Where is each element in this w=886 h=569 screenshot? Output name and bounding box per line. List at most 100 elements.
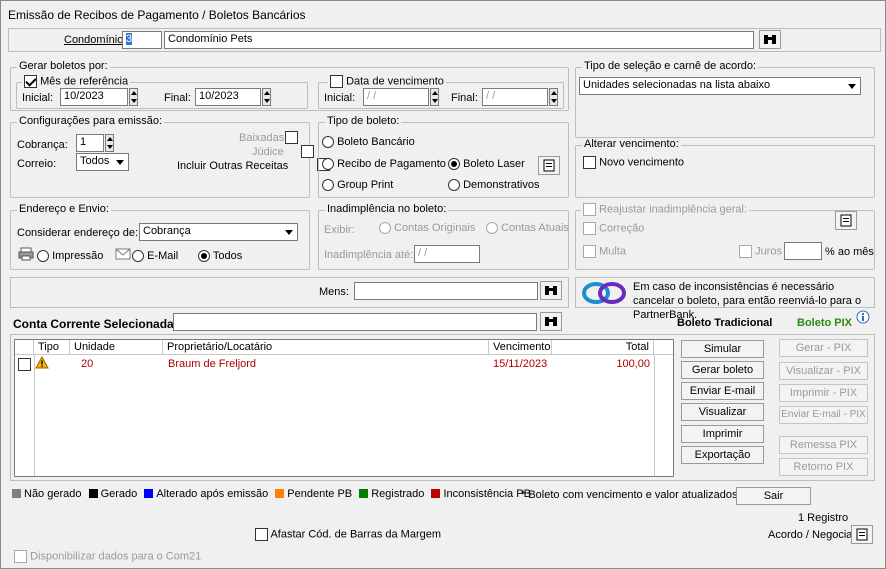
- mes-ref-inicial-input[interactable]: 10/2023: [60, 88, 128, 106]
- reajustar-checkbox[interactable]: [583, 203, 596, 216]
- com21-checkbox[interactable]: [14, 550, 27, 563]
- enviar-email-pix-button[interactable]: Enviar E-mail - PIX: [779, 406, 868, 424]
- todos-radio[interactable]: [198, 250, 210, 263]
- printer-icon: [18, 247, 34, 261]
- cobranca-spinner[interactable]: [105, 134, 114, 152]
- mens-search-button[interactable]: [540, 281, 562, 300]
- judice-checkbox[interactable]: [301, 145, 315, 158]
- considerar-select[interactable]: Cobrança: [139, 223, 298, 241]
- group-print-option[interactable]: Group Print: [322, 179, 394, 192]
- novo-venc-checkbox[interactable]: [583, 156, 596, 169]
- contas-atuais-option[interactable]: Contas Atuais: [486, 222, 569, 235]
- juros-input[interactable]: [784, 242, 822, 260]
- contas-atuais-radio[interactable]: [486, 222, 498, 235]
- gray-square-icon: [12, 489, 21, 498]
- email-option[interactable]: E-Mail: [132, 250, 178, 263]
- visualizar-button[interactable]: Visualizar: [681, 403, 764, 421]
- acordo-button[interactable]: [851, 525, 873, 544]
- demonstrativos-radio[interactable]: [448, 179, 460, 192]
- data-venc-inicial-spinner[interactable]: [430, 88, 439, 106]
- boleto-laser-radio[interactable]: [448, 158, 460, 171]
- demonstrativos-option[interactable]: Demonstrativos: [448, 179, 540, 192]
- gerar-boleto-button[interactable]: Gerar boleto: [681, 361, 764, 379]
- reajustar-option[interactable]: Reajustar inadimplência geral:: [581, 203, 750, 216]
- data-venc-final-input[interactable]: / /: [482, 88, 548, 106]
- contas-originais-label: Contas Originais: [394, 222, 476, 234]
- multa-option[interactable]: Multa: [583, 245, 626, 258]
- recibo-option[interactable]: Recibo de Pagamento: [322, 158, 446, 171]
- condominio-name-input[interactable]: Condomínio Pets: [164, 31, 754, 49]
- mens-input[interactable]: [354, 282, 538, 300]
- mes-ref-final-input[interactable]: 10/2023: [195, 88, 261, 106]
- mes-ref-inicial-spinner[interactable]: [129, 88, 138, 106]
- boleto-laser-option[interactable]: Boleto Laser: [448, 158, 525, 171]
- info-icon[interactable]: [856, 310, 870, 324]
- data-venc-inicial-input[interactable]: / /: [363, 88, 429, 106]
- col-tipo[interactable]: Tipo: [34, 340, 70, 355]
- col-unidade[interactable]: Unidade: [70, 340, 163, 355]
- col-total[interactable]: Total: [552, 340, 654, 355]
- baixadas-checkbox[interactable]: [285, 131, 298, 144]
- mes-ref-option[interactable]: Mês de referência: [22, 75, 131, 88]
- email-radio[interactable]: [132, 250, 144, 263]
- inadimplencia-ate-input[interactable]: / /: [414, 245, 480, 263]
- retorno-pix-button[interactable]: Retorno PIX: [779, 458, 868, 476]
- novo-venc-option[interactable]: Novo vencimento: [583, 156, 684, 169]
- remessa-pix-button[interactable]: Remessa PIX: [779, 436, 868, 454]
- correio-chevron-icon[interactable]: [113, 154, 127, 170]
- gerar-pix-button[interactable]: Gerar - PIX: [779, 339, 868, 357]
- col-vencimento[interactable]: Vencimento: [489, 340, 552, 355]
- conta-corrente-input[interactable]: [173, 313, 537, 331]
- recibo-radio[interactable]: [322, 158, 334, 171]
- impressao-radio[interactable]: [37, 250, 49, 263]
- tipo-selecao-title: Tipo de seleção e carnê de acordo:: [582, 60, 759, 72]
- cobranca-input[interactable]: 1: [76, 134, 104, 152]
- imprimir-pix-button[interactable]: Imprimir - PIX: [779, 384, 868, 402]
- boleto-settings-button[interactable]: [538, 156, 560, 175]
- boletos-table[interactable]: Tipo Unidade Proprietário/Locatário Venc…: [14, 339, 674, 477]
- boleto-bancario-option[interactable]: Boleto Bancário: [322, 136, 415, 149]
- conta-corrente-label: Conta Corrente Selecionada:: [13, 317, 178, 331]
- correcao-checkbox[interactable]: [583, 222, 596, 235]
- boleto-bancario-radio[interactable]: [322, 136, 334, 149]
- mes-ref-final-spinner[interactable]: [262, 88, 271, 106]
- orange-square-icon: [275, 489, 285, 498]
- juros-checkbox[interactable]: [739, 245, 752, 258]
- todos-option[interactable]: Todos: [198, 250, 242, 263]
- considerar-chevron-icon[interactable]: [282, 224, 296, 240]
- note-text: * Boleto com vencimento e valor atualiza…: [521, 489, 741, 501]
- visualizar-pix-button[interactable]: Visualizar - PIX: [779, 362, 868, 380]
- search-condominio-button[interactable]: [759, 30, 781, 49]
- data-venc-option[interactable]: Data de vencimento: [328, 75, 446, 88]
- chevron-down-icon[interactable]: [845, 78, 859, 94]
- com21-option[interactable]: Disponibilizar dados para o Com21: [14, 550, 201, 563]
- juros-option[interactable]: Juros: [739, 245, 782, 258]
- multa-label: Multa: [599, 245, 626, 258]
- row-checkbox[interactable]: [18, 358, 31, 371]
- contas-originais-option[interactable]: Contas Originais: [379, 222, 476, 235]
- group-print-label: Group Print: [337, 179, 394, 191]
- contas-originais-radio[interactable]: [379, 222, 391, 235]
- mes-ref-checkbox[interactable]: [24, 75, 37, 88]
- enviar-email-button[interactable]: Enviar E-mail: [681, 382, 764, 400]
- boleto-bancario-label: Boleto Bancário: [337, 136, 415, 148]
- multa-checkbox[interactable]: [583, 245, 596, 258]
- afastar-option[interactable]: Afastar Cód. de Barras da Margem: [255, 528, 441, 541]
- afastar-checkbox[interactable]: [255, 528, 268, 541]
- exportacao-button[interactable]: Exportação: [681, 446, 764, 464]
- conta-search-button[interactable]: [540, 312, 562, 331]
- condominio-code-input[interactable]: 3: [122, 31, 162, 49]
- correcao-option[interactable]: Correção: [583, 222, 644, 235]
- table-row[interactable]: 20 Braum de Freljord 15/11/2023 100,00: [15, 356, 673, 372]
- reajustar-settings-button[interactable]: [835, 211, 857, 230]
- sair-button[interactable]: Sair: [736, 487, 811, 505]
- data-venc-checkbox[interactable]: [330, 75, 343, 88]
- tipo-selecao-select[interactable]: Unidades selecionadas na lista abaixo: [579, 77, 861, 95]
- simular-button[interactable]: Simular: [681, 340, 764, 358]
- group-print-radio[interactable]: [322, 179, 334, 192]
- col-proprietario[interactable]: Proprietário/Locatário: [163, 340, 489, 355]
- impressao-option[interactable]: Impressão: [37, 250, 103, 263]
- demonstrativos-label: Demonstrativos: [463, 179, 540, 191]
- data-venc-final-spinner[interactable]: [549, 88, 558, 106]
- imprimir-button[interactable]: Imprimir: [681, 425, 764, 443]
